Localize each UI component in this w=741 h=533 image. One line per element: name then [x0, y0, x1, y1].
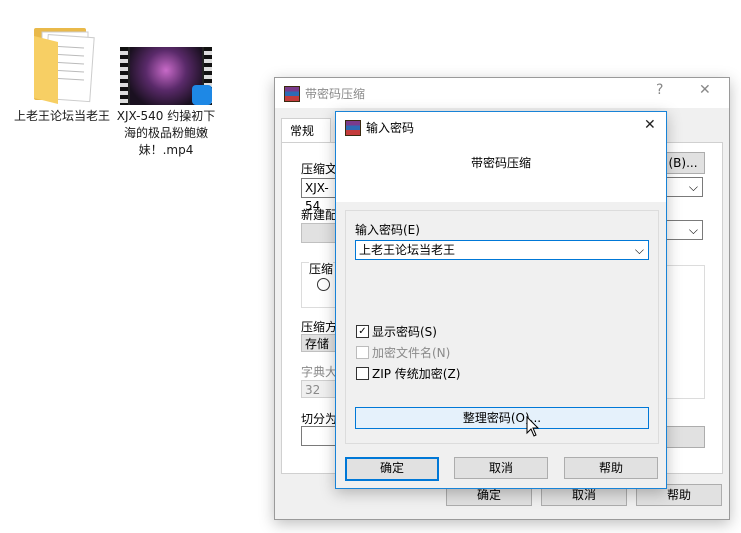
close-icon[interactable]: ✕	[644, 117, 656, 133]
archive-name-label: 压缩文	[301, 162, 338, 176]
organize-passwords-button[interactable]: 整理密码(O)...	[355, 407, 649, 429]
zip-legacy-checkbox[interactable]	[356, 367, 369, 380]
dict-label: 字典大	[301, 365, 338, 379]
password-label: 输入密码(E)	[355, 223, 420, 237]
mouse-cursor-icon	[526, 415, 540, 441]
set-password-button[interactable]	[661, 426, 705, 448]
password-dialog-titlebar: 输入密码 ✕	[336, 112, 666, 142]
password-ok-button[interactable]: 确定	[345, 457, 439, 481]
format-label: 压缩	[309, 260, 334, 277]
chevron-down-icon: ⌵	[688, 223, 698, 237]
password-ok-label: 确定	[379, 461, 404, 475]
folder-icon[interactable]	[28, 22, 98, 104]
zip-legacy-label: ZIP 传统加密(Z)	[372, 367, 461, 381]
password-dialog-header	[336, 142, 666, 202]
password-help-label: 帮助	[598, 461, 623, 475]
close-icon[interactable]: ✕	[699, 82, 711, 98]
password-value: 上老王论坛当老王	[359, 243, 456, 257]
tab-general-label: 常规	[290, 124, 315, 138]
tab-general[interactable]: 常规	[281, 118, 331, 142]
password-dialog-subtitle: 带密码压缩	[470, 156, 531, 170]
password-input[interactable]: 上老王论坛当老王 ⌵	[355, 240, 649, 260]
show-password-label: 显示密码(S)	[372, 325, 437, 339]
folder-label[interactable]: 上老王论坛当老王	[12, 108, 112, 125]
compress-cancel-label: 取消	[571, 488, 596, 502]
profile-dropdown-right[interactable]: ⌵	[661, 220, 703, 240]
chevron-down-icon: ⌵	[688, 180, 698, 194]
folder-name: 上老王论坛当老王	[13, 109, 110, 123]
password-help-button[interactable]: 帮助	[564, 457, 658, 479]
new-profile-label: 新建配	[301, 208, 338, 222]
winrar-icon	[284, 86, 300, 102]
password-cancel-label: 取消	[488, 461, 513, 475]
password-dialog-title: 输入密码	[366, 121, 415, 135]
video-thumbnail[interactable]	[120, 47, 212, 105]
compress-ok-label: 确定	[476, 488, 501, 502]
format-radio[interactable]	[317, 278, 330, 291]
options-box	[661, 265, 705, 399]
compress-dialog-title: 带密码压缩	[305, 87, 366, 101]
compress-help-label: 帮助	[666, 488, 691, 502]
video-label[interactable]: XJX-540 约操初下海的极品粉鲍嫩妹！.mp4	[114, 108, 218, 159]
encrypt-names-label: 加密文件名(N)	[372, 346, 451, 360]
compress-dialog-titlebar: 带密码压缩 ? ✕	[275, 78, 729, 108]
archive-name-dropdown[interactable]: ⌵	[661, 177, 703, 197]
winrar-icon	[345, 120, 361, 136]
app-badge-icon	[192, 85, 212, 105]
method-value: 存储	[305, 337, 330, 351]
encrypt-names-checkbox[interactable]	[356, 346, 369, 359]
browse-button[interactable]: (B)...	[661, 152, 705, 174]
video-name: XJX-540 约操初下海的极品粉鲍嫩妹！.mp4	[116, 109, 216, 157]
dict-value: 32	[305, 383, 321, 397]
help-icon[interactable]: ?	[656, 82, 663, 98]
split-label: 切分为	[301, 412, 338, 426]
password-cancel-button[interactable]: 取消	[454, 457, 548, 479]
show-password-checkbox[interactable]: ✓	[356, 325, 369, 338]
password-dialog: 输入密码 ✕ 带密码压缩 输入密码(E) 上老王论坛当老王 ⌵ ✓ 显示密码(S…	[335, 111, 667, 489]
method-label: 压缩方	[301, 320, 338, 334]
chevron-down-icon[interactable]: ⌵	[635, 241, 644, 259]
browse-label: (B)...	[668, 156, 698, 170]
